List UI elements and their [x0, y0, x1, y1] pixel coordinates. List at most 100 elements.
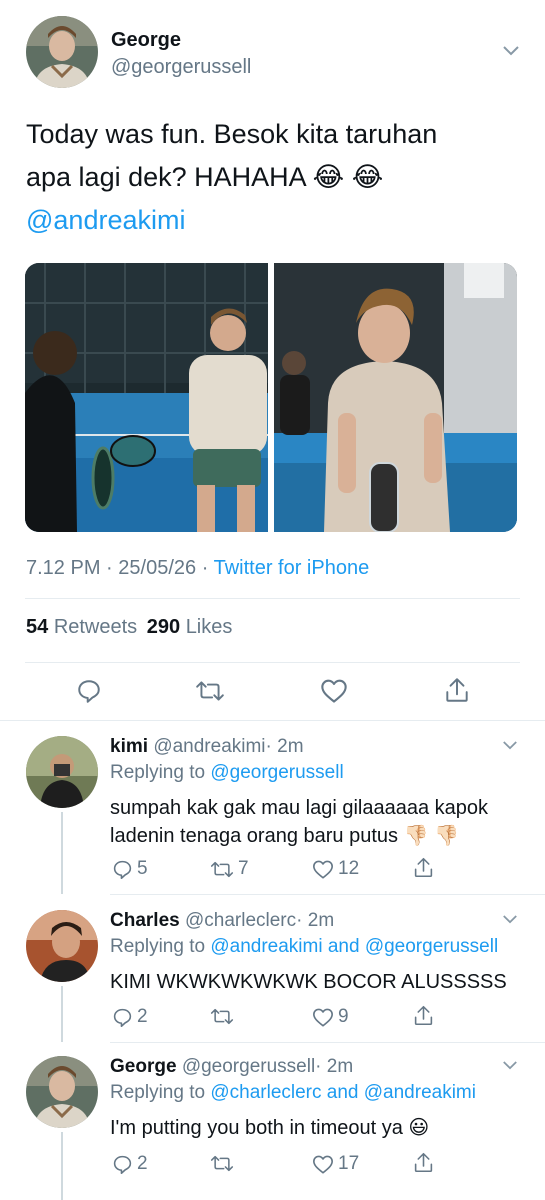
reply-button[interactable]: 2	[112, 1153, 148, 1175]
reply-text: I'm putting you both in timeout ya 😃	[110, 1114, 530, 1142]
heart-icon	[313, 1155, 333, 1174]
reply-icon	[113, 1155, 132, 1174]
reply-button[interactable]	[76, 678, 102, 704]
like-count: 17	[338, 1153, 360, 1174]
share-button[interactable]	[413, 856, 434, 879]
reply-count: 5	[137, 858, 148, 879]
tweet-text-line-1: Today was fun. Besok kita taruhan	[26, 119, 438, 149]
chevron-down-icon[interactable]	[502, 1060, 518, 1071]
media-image-2[interactable]	[274, 263, 517, 532]
like-count: 12	[338, 858, 360, 879]
like-button[interactable]: 12	[312, 858, 359, 880]
thread-line	[61, 986, 63, 1042]
reply-time: · 2m	[315, 1056, 354, 1077]
retweet-button[interactable]	[195, 678, 225, 704]
meta-separator: ·	[106, 557, 113, 579]
retweet-icon	[196, 681, 224, 701]
likes-stat[interactable]: 290 Likes	[147, 616, 233, 638]
author-handle[interactable]: @georgerussell	[111, 56, 251, 79]
like-count: 9	[338, 1006, 349, 1027]
author-name[interactable]: George	[111, 29, 181, 52]
retweets-label: Retweets	[53, 616, 138, 638]
replying-to-link[interactable]: @georgerussell	[210, 762, 343, 783]
heart-icon	[321, 679, 347, 703]
reply-icon	[78, 680, 100, 703]
chevron-down-icon[interactable]	[502, 740, 518, 751]
like-button[interactable]	[320, 678, 348, 704]
reply-header: George @georgerussell· 2m	[110, 1056, 353, 1078]
replying-to: Replying to @andreakimi and @georgerusse…	[110, 936, 498, 958]
like-button[interactable]: 17	[312, 1153, 359, 1175]
retweet-button[interactable]	[210, 1153, 238, 1174]
tweet-source-link[interactable]: Twitter for iPhone	[214, 557, 370, 579]
reply-author-name[interactable]: Charles	[110, 910, 180, 931]
like-button[interactable]: 9	[312, 1006, 349, 1028]
retweet-icon	[210, 1155, 234, 1172]
meta-separator: ·	[201, 557, 209, 579]
mention-link[interactable]: @andreakimi	[26, 199, 526, 242]
share-icon	[414, 1152, 433, 1173]
replying-to: Replying to @charleclerc and @andreakimi	[110, 1082, 476, 1104]
share-button[interactable]	[413, 1004, 434, 1027]
reply-author-name[interactable]: George	[110, 1056, 177, 1077]
replying-to: Replying to @georgerussell	[110, 762, 344, 784]
tweet-date: 25/05/26	[118, 557, 197, 579]
reply-count: 2	[137, 1006, 148, 1027]
share-icon	[414, 857, 433, 878]
reply-text-line-1: I'm putting you both in timeout ya 😃	[110, 1117, 430, 1139]
replying-to-link[interactable]: @charleclerc and @andreakimi	[210, 1082, 476, 1103]
reply-avatar[interactable]	[26, 1056, 98, 1128]
reply-text: KIMI WKWKWKWKWK BOCOR ALUSSSSS	[110, 968, 530, 996]
reply-author-handle[interactable]: @andreakimi	[153, 736, 265, 757]
divider	[25, 662, 520, 663]
reply-avatar[interactable]	[26, 736, 98, 808]
divider	[110, 894, 545, 895]
heart-icon	[313, 860, 333, 879]
share-icon	[414, 1005, 433, 1026]
share-button[interactable]	[444, 676, 470, 704]
chevron-down-icon[interactable]	[502, 45, 520, 57]
reply-author-handle[interactable]: @charleclerc	[185, 910, 296, 931]
retweet-icon	[210, 1008, 234, 1025]
replying-to-label: Replying to	[110, 1082, 206, 1103]
tweet-text-line-2: apa lagi dek? HAHAHA 😂 😂	[26, 162, 384, 192]
thread-line	[61, 1132, 63, 1200]
reply-text-line-1: KIMI WKWKWKWKWK BOCOR ALUSSSSS	[110, 971, 507, 993]
replying-to-link[interactable]: @andreakimi and @georgerussell	[210, 936, 498, 957]
reply-header: Charles @charleclerc· 2m	[110, 910, 334, 932]
likes-label: Likes	[185, 616, 233, 638]
divider	[25, 598, 520, 599]
reply-button[interactable]: 5	[112, 858, 148, 880]
tweet-text: Today was fun. Besok kita taruhan apa la…	[26, 113, 526, 242]
retweets-count: 54	[26, 616, 49, 638]
heart-icon	[313, 1008, 333, 1027]
reply-avatar[interactable]	[26, 910, 98, 982]
retweet-button[interactable]	[210, 1006, 238, 1027]
reply-author-handle[interactable]: @georgerussell	[182, 1056, 315, 1077]
replying-to-label: Replying to	[110, 762, 206, 783]
thread-line	[61, 812, 63, 894]
divider	[0, 720, 545, 721]
reply-icon	[113, 1008, 132, 1027]
tweet-meta: 7.12 PM · 25/05/26 · Twitter for iPhone	[26, 557, 369, 580]
replying-to-label: Replying to	[110, 936, 206, 957]
retweet-icon	[210, 861, 234, 877]
reply-icon	[113, 860, 132, 879]
retweet-count: 7	[238, 858, 249, 879]
author-avatar[interactable]	[26, 16, 98, 88]
reply-button[interactable]: 2	[112, 1006, 148, 1028]
reply-time: · 2m	[265, 736, 304, 757]
reply-count: 2	[137, 1153, 148, 1174]
reply-header: kimi @andreakimi· 2m	[110, 736, 304, 758]
share-button[interactable]	[413, 1151, 434, 1174]
reply-time: · 2m	[296, 910, 335, 931]
reply-text-line-1: sumpah kak gak mau lagi gilaaaaaa kapok	[110, 797, 489, 819]
tweet-stats: 54 Retweets 290 Likes	[26, 616, 232, 639]
chevron-down-icon[interactable]	[502, 914, 518, 925]
retweets-stat[interactable]: 54 Retweets	[26, 616, 143, 638]
divider	[110, 1042, 545, 1043]
media-image-1[interactable]	[25, 263, 268, 532]
reply-text: sumpah kak gak mau lagi gilaaaaaa kapok …	[110, 794, 530, 850]
retweet-button[interactable]: 7	[210, 858, 249, 880]
reply-author-name[interactable]: kimi	[110, 736, 148, 757]
